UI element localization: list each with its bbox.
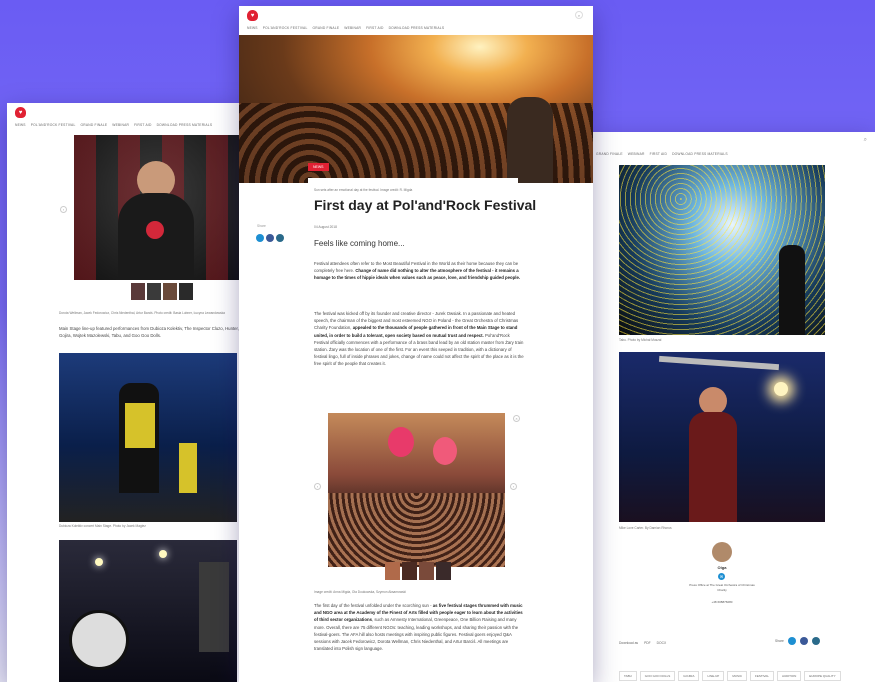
nav-item[interactable]: Grand Finale (596, 152, 623, 156)
gallery-thumbnails (131, 283, 193, 300)
chevron-left-icon[interactable]: ‹ (314, 483, 321, 490)
nav-item[interactable]: First Aid (366, 26, 384, 30)
nav-item[interactable]: Pol'and'Rock Festival (263, 26, 308, 30)
main-nav: Grand Finale Webinar First Aid Download … (596, 152, 728, 156)
tag[interactable]: Tabu (619, 671, 637, 681)
nav-item[interactable]: Grand Finale (81, 123, 108, 127)
thumbnail[interactable] (131, 283, 145, 300)
article-paragraph: The first day of the festival unfolded u… (314, 603, 523, 652)
facebook-icon[interactable] (266, 234, 274, 242)
search-icon[interactable]: ⌕ (864, 137, 867, 144)
article-paragraph: The festival was kicked off by its found… (314, 311, 524, 367)
chevron-right-icon[interactable]: › (510, 483, 517, 490)
share-bar: Share (775, 637, 822, 645)
article-subtitle: Feels like coming home... (314, 239, 405, 248)
thumbnail[interactable] (385, 562, 400, 580)
photo-caption: Dubioza Kolektiv concert Main Stage. Pho… (59, 524, 146, 528)
article-date: 04 August 2018 (314, 225, 337, 229)
stage-photo[interactable] (59, 540, 237, 682)
twitter-icon[interactable] (256, 234, 264, 242)
download-docx-link[interactable]: DOCX (657, 641, 667, 645)
contact-role: Press Office at The Great Orchestra of C… (689, 583, 755, 592)
thumbnail[interactable] (402, 562, 417, 580)
photo-caption: Mike Love Carter. By Damian Rhorus (619, 526, 672, 530)
nav-item[interactable]: Grand Finale (313, 26, 340, 30)
twitter-icon[interactable] (787, 637, 796, 645)
nav-item[interactable]: Pol'and'Rock Festival (31, 123, 76, 127)
gallery-caption: Image credit: Anna Migda, Ola Doukowska,… (314, 590, 406, 594)
thumbnail[interactable] (436, 562, 451, 580)
nav-item[interactable]: News (15, 123, 26, 127)
singer-photo[interactable] (619, 352, 825, 522)
concert-photo[interactable] (59, 353, 237, 522)
nav-item[interactable]: Webinar (344, 26, 361, 30)
nav-item[interactable]: Download Press Materials (157, 123, 213, 127)
nav-item[interactable]: First Aid (134, 123, 152, 127)
heart-logo-icon[interactable]: ♥ (15, 107, 26, 118)
tag[interactable]: Line-up (702, 671, 725, 681)
thumbnail[interactable] (147, 283, 161, 300)
nav-item[interactable]: Download Press Materials (389, 26, 445, 30)
contact-name: Olga (717, 565, 727, 570)
chevron-left-icon[interactable]: ‹ (60, 206, 67, 213)
festival-crowd-hero (239, 35, 593, 183)
tag[interactable]: Music (727, 671, 747, 681)
tag[interactable]: Goo Goo Dolls (639, 671, 676, 681)
main-nav: News Pol'and'Rock Festival Grand Finale … (247, 26, 444, 30)
thumbnail[interactable] (163, 283, 177, 300)
share-label: Share (775, 639, 784, 643)
left-page-preview: ♥ News Pol'and'Rock Festival Grand Final… (7, 103, 247, 682)
close-icon[interactable]: × (513, 415, 520, 422)
confetti-stage-photo[interactable] (619, 165, 825, 335)
tag-list: Tabu Goo Goo Dolls Gojira Line-up Music Festi… (619, 664, 844, 682)
nav-item[interactable]: Webinar (628, 152, 645, 156)
gallery-photo[interactable] (328, 413, 505, 567)
category-badge[interactable]: News (308, 163, 329, 171)
photo-caption: Dorota Wellman, Jacek Fedorowicz, Chris … (59, 311, 225, 315)
avatar (712, 542, 732, 562)
tag[interactable]: Festival (749, 671, 774, 681)
contact-phone: +48 608876080 (711, 600, 733, 604)
press-wall-photo[interactable] (74, 135, 240, 280)
right-page-preview: Grand Finale Webinar First Aid Download … (592, 132, 875, 682)
linkedin-icon[interactable] (276, 234, 284, 242)
photo-caption: Tabu. Photo by Michał Muszal (619, 338, 662, 342)
download-label: Download as (619, 641, 639, 645)
center-page-preview: ♥ ⌕ News Pol'and'Rock Festival Grand Fin… (239, 6, 593, 682)
thumbnail[interactable] (179, 283, 193, 300)
nav-item[interactable]: Webinar (112, 123, 129, 127)
facebook-icon[interactable] (799, 637, 808, 645)
share-buttons (256, 234, 286, 242)
main-nav: News Pol'and'Rock Festival Grand Finale … (15, 123, 212, 127)
download-bar: Download as PDF DOCX (619, 641, 666, 645)
nav-item[interactable]: News (247, 26, 258, 30)
article-paragraph: Festival attendees often refer to the Mo… (314, 261, 521, 281)
article-text: Main Stage line-up featured performances… (59, 326, 239, 339)
linkedin-icon[interactable] (811, 637, 820, 645)
tag[interactable]: Audition (776, 671, 802, 681)
tag[interactable]: Gojira (678, 671, 700, 681)
nav-item[interactable]: Download Press Materials (672, 152, 728, 156)
email-icon[interactable]: ✉ (718, 573, 725, 580)
article-title: First day at Pol'and'Rock Festival (314, 197, 537, 213)
download-pdf-link[interactable]: PDF (644, 641, 651, 645)
share-label: Share (257, 224, 266, 228)
heart-logo-icon[interactable]: ♥ (247, 10, 258, 21)
search-icon[interactable]: ⌕ (575, 11, 583, 19)
nav-item[interactable]: First Aid (650, 152, 668, 156)
hero-caption: Sun sets after an emotional day at the f… (314, 188, 413, 192)
tag[interactable]: Europe Quality (804, 671, 841, 681)
thumbnail[interactable] (419, 562, 434, 580)
gallery-thumbnails (385, 562, 451, 580)
